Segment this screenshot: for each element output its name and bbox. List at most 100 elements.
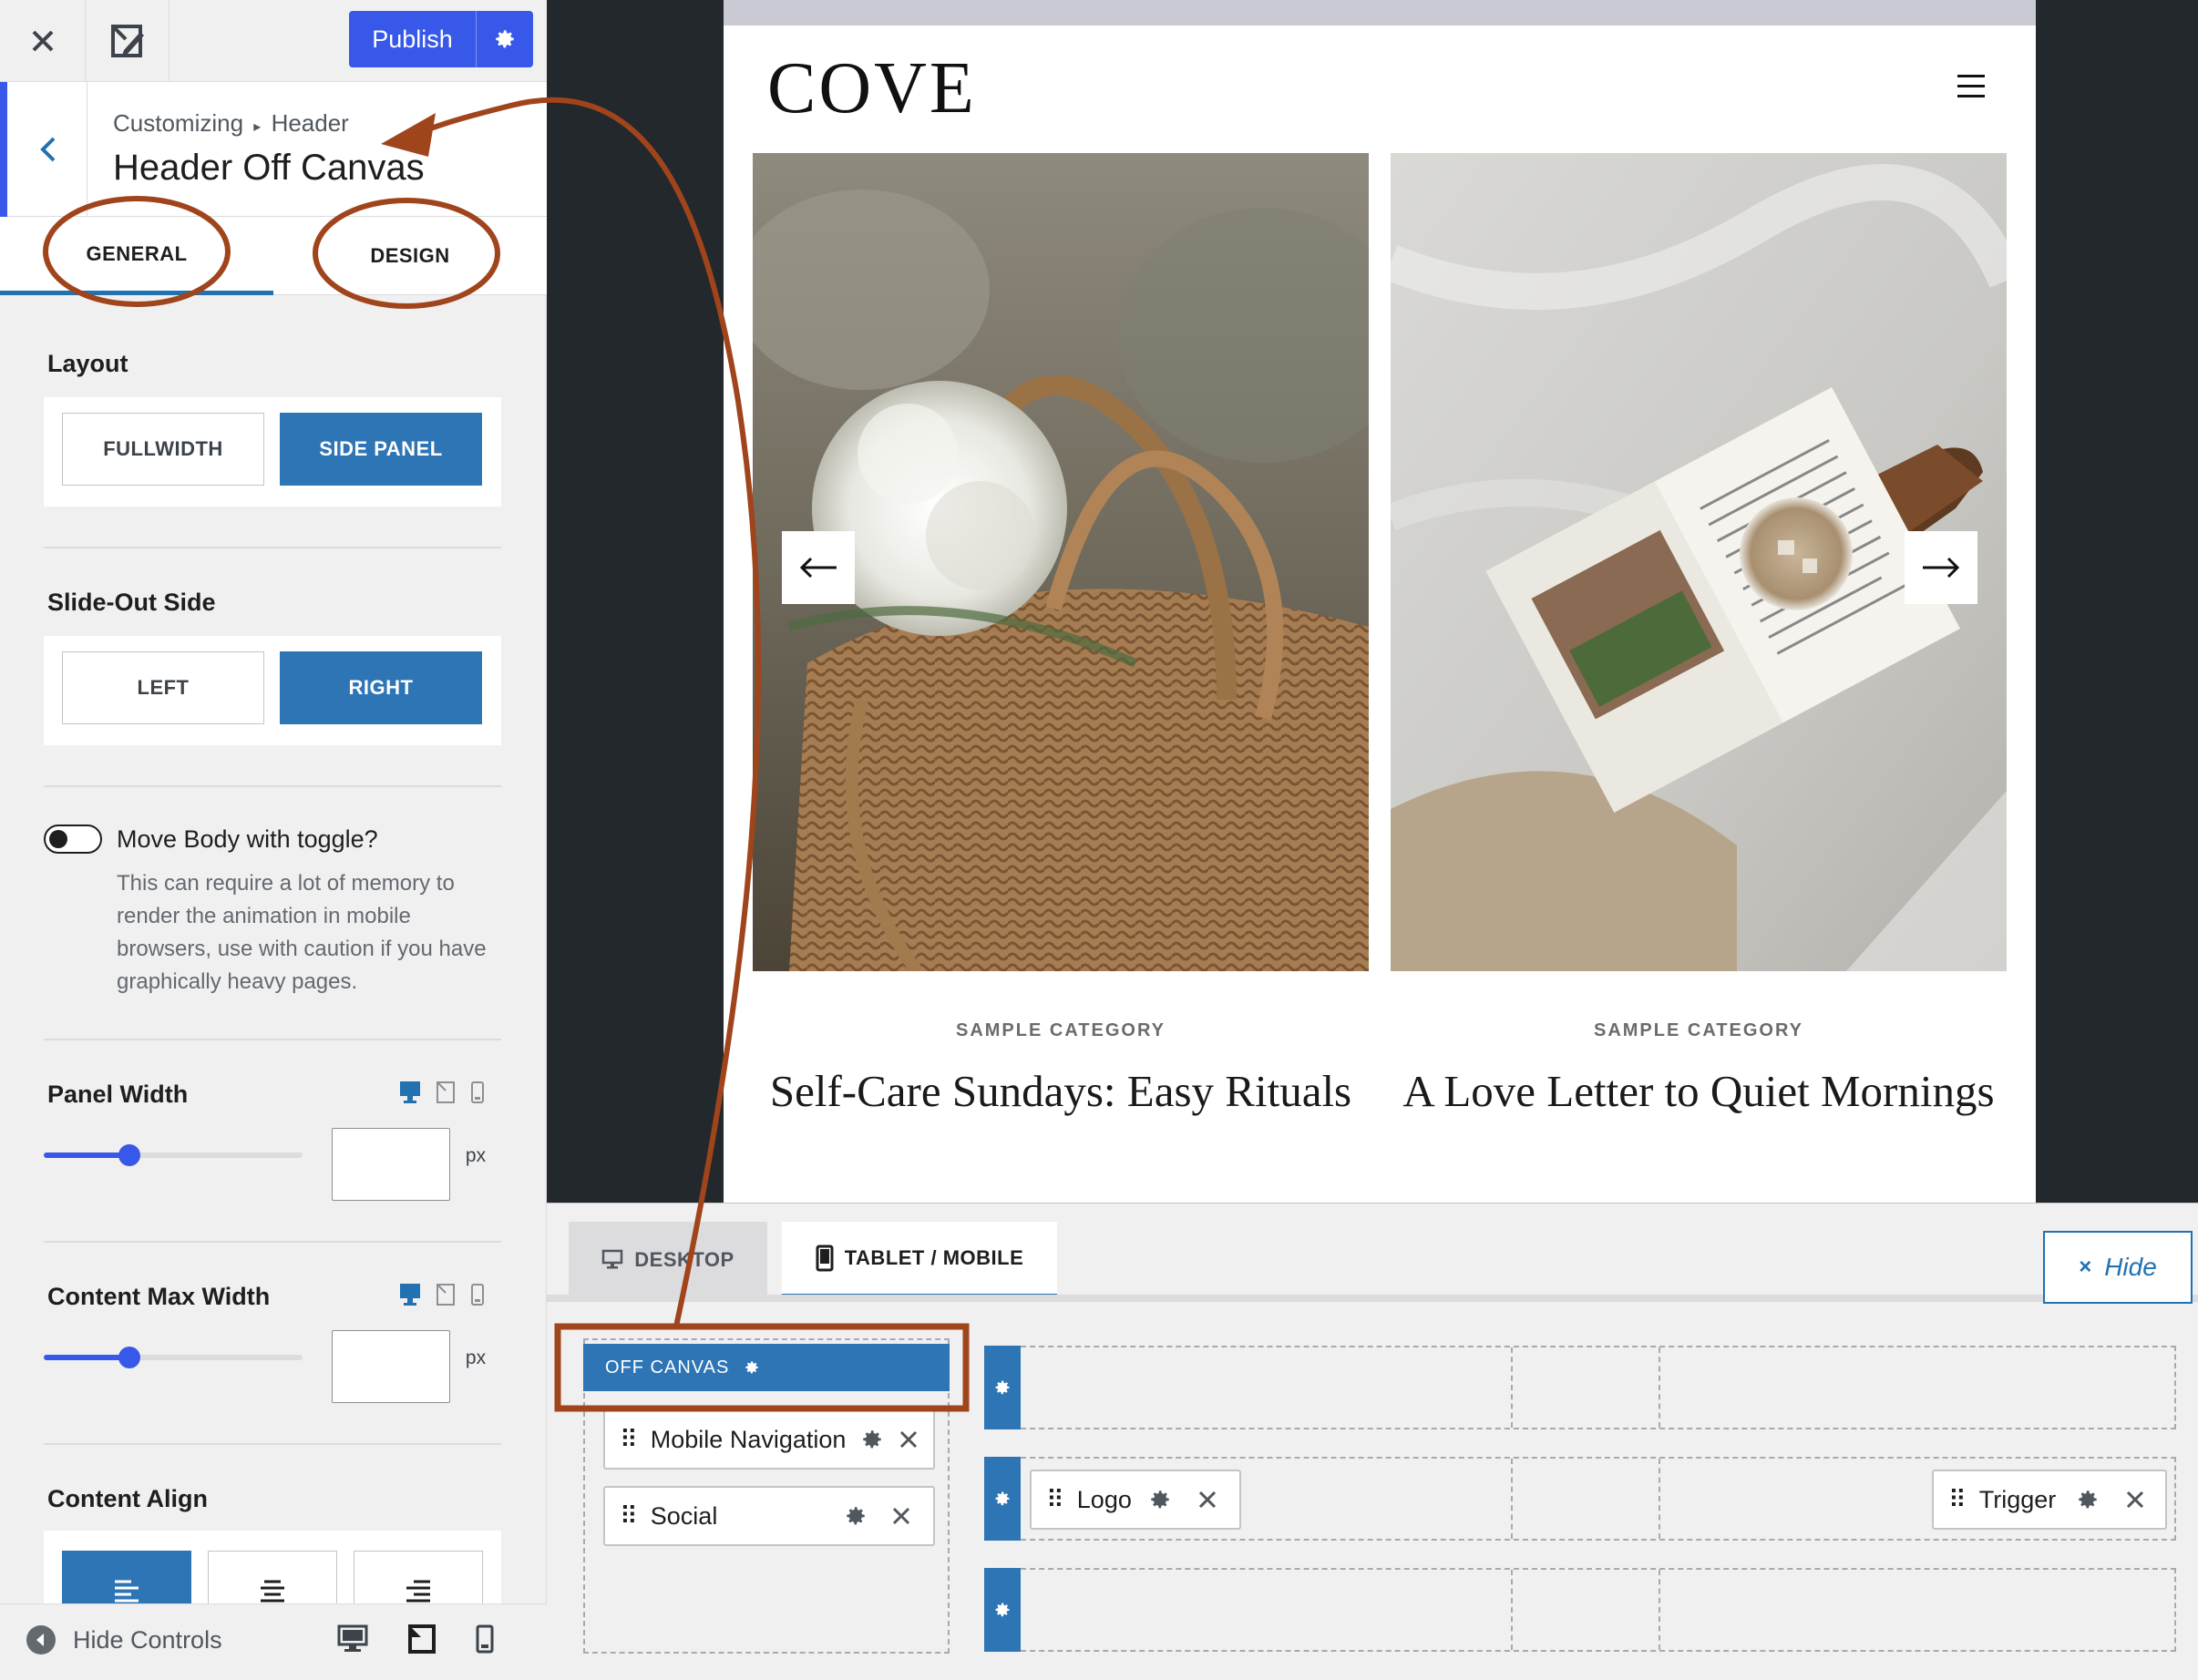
slider-prev-button[interactable] (782, 531, 855, 604)
content-max-width-slider-fill (44, 1355, 129, 1360)
post-image-basket[interactable] (753, 153, 1369, 971)
tab-desktop[interactable]: DESKTOP (569, 1222, 767, 1298)
preview-device-switch (337, 1624, 494, 1654)
content-max-width-slider-thumb[interactable] (118, 1347, 140, 1368)
drag-handle-icon[interactable]: ⠿ (1046, 1486, 1064, 1514)
desktop-icon[interactable] (399, 1081, 421, 1104)
panel-width-input[interactable] (332, 1128, 450, 1201)
builder-item-logo[interactable]: ⠿ Logo (1030, 1470, 1241, 1530)
builder-item-label: Logo (1076, 1485, 1132, 1513)
mobile-icon[interactable] (470, 1081, 485, 1104)
tab-tablet-mobile-label: TABLET / MOBILE (844, 1245, 1024, 1269)
tablet-preview-icon[interactable] (408, 1624, 436, 1654)
post-category[interactable]: SAMPLE CATEGORY (1391, 1020, 2007, 1041)
tab-general[interactable]: GENERAL (0, 217, 273, 295)
divider (44, 547, 501, 548)
slider-next-button[interactable] (1905, 531, 1977, 604)
hide-controls-button[interactable]: Hide Controls (26, 1624, 222, 1655)
align-right-button[interactable] (354, 1551, 483, 1603)
collapse-arrow-icon (26, 1625, 56, 1654)
content-max-width-input[interactable] (332, 1330, 450, 1403)
layout-side-panel-button[interactable]: SIDE PANEL (280, 413, 482, 486)
gear-icon[interactable] (860, 1411, 884, 1468)
post-title[interactable]: Self-Care Sundays: Easy Rituals (753, 1065, 1369, 1117)
header-row-top[interactable] (984, 1346, 2176, 1429)
site-preview: COVE SAMPLE CATEGORY Self-Care Sundays: … (547, 0, 2198, 1203)
panel-width-slider-thumb[interactable] (118, 1144, 140, 1166)
builder-item-social[interactable]: ⠿ Social (603, 1486, 935, 1546)
off-canvas-settings-button[interactable]: OFF CANVAS (583, 1344, 950, 1391)
tab-tablet-mobile[interactable]: TABLET / MOBILE (782, 1222, 1057, 1298)
remove-icon[interactable] (2125, 1471, 2145, 1528)
align-left-icon (115, 1580, 139, 1603)
panel-width-slider-fill (44, 1152, 129, 1158)
builder-item-trigger[interactable]: ⠿ Trigger (1932, 1470, 2167, 1530)
site-logo[interactable]: COVE (767, 47, 977, 130)
off-canvas-label: OFF CANVAS (605, 1357, 730, 1378)
desktop-icon (602, 1249, 623, 1269)
post-category[interactable]: SAMPLE CATEGORY (753, 1020, 1369, 1041)
arrow-right-icon (1923, 557, 1960, 579)
row-settings-gear-icon[interactable] (984, 1457, 1021, 1541)
tablet-icon[interactable] (436, 1081, 456, 1104)
panel-width-slider[interactable] (44, 1144, 303, 1166)
header-row-bottom[interactable] (984, 1568, 2176, 1652)
tab-design[interactable]: DESIGN (273, 217, 547, 295)
divider (44, 1039, 501, 1040)
post-title[interactable]: A Love Letter to Quiet Mornings (1391, 1065, 2007, 1117)
post-card[interactable]: SAMPLE CATEGORY A Love Letter to Quiet M… (1391, 153, 2007, 1117)
gear-icon (745, 1361, 759, 1374)
align-center-button[interactable] (208, 1551, 337, 1603)
publish-button[interactable]: Publish (349, 11, 533, 67)
content-max-width-label: Content Max Width (47, 1283, 271, 1310)
drag-handle-icon[interactable]: ⠿ (620, 1502, 638, 1531)
drag-handle-icon[interactable]: ⠿ (620, 1426, 638, 1454)
hide-controls-label: Hide Controls (73, 1625, 222, 1654)
menu-toggle-icon[interactable] (1957, 75, 1985, 105)
slide-out-right-button[interactable]: RIGHT (280, 651, 482, 724)
remove-icon[interactable] (1197, 1471, 1217, 1528)
hide-builder-button[interactable]: × Hide (2043, 1231, 2193, 1304)
layout-fullwidth-button[interactable]: FULLWIDTH (62, 413, 264, 486)
row-settings-gear-icon[interactable] (984, 1568, 1021, 1652)
gear-icon[interactable] (844, 1488, 868, 1544)
gear-icon[interactable] (1148, 1471, 1172, 1528)
move-body-toggle[interactable] (44, 825, 102, 854)
content-max-width-unit: px (450, 1330, 501, 1387)
slide-out-side-label: Slide-Out Side (47, 589, 216, 616)
content-max-width-slider[interactable] (44, 1347, 303, 1368)
tablet-icon[interactable] (436, 1283, 456, 1306)
remove-icon[interactable] (899, 1411, 919, 1468)
slide-out-left-button[interactable]: LEFT (62, 651, 264, 724)
customizer-footer: Hide Controls (0, 1603, 547, 1680)
post-image-book[interactable] (1391, 153, 2007, 971)
customizer-sidebar: Publish Customizing ▸ Header Header Off … (0, 0, 547, 1680)
mobile-icon[interactable] (470, 1283, 485, 1306)
drag-handle-icon[interactable]: ⠿ (1948, 1486, 1967, 1514)
edit-site-button[interactable] (86, 0, 169, 82)
hide-x-icon: × (2079, 1255, 2092, 1279)
responsive-device-switch (399, 1081, 485, 1104)
align-left-button[interactable] (62, 1551, 191, 1603)
builder-tab-rule (547, 1295, 2198, 1302)
desktop-preview-icon[interactable] (337, 1624, 368, 1654)
mobile-preview-icon[interactable] (476, 1624, 494, 1654)
chevron-left-icon (39, 137, 55, 162)
publish-settings-gear-icon[interactable] (477, 11, 533, 67)
row-settings-gear-icon[interactable] (984, 1346, 1021, 1429)
post-card[interactable]: SAMPLE CATEGORY Self-Care Sundays: Easy … (753, 153, 1369, 1117)
divider (44, 1241, 501, 1243)
close-customizer-button[interactable] (0, 0, 86, 82)
builder-item-mobile-navigation[interactable]: ⠿ Mobile Navigation (603, 1409, 935, 1470)
publish-label[interactable]: Publish (349, 11, 477, 67)
align-right-icon (406, 1580, 430, 1603)
remove-icon[interactable] (891, 1488, 911, 1544)
gear-icon[interactable] (2076, 1471, 2100, 1528)
hide-label: Hide (2104, 1253, 2157, 1281)
preview-frame: COVE SAMPLE CATEGORY Self-Care Sundays: … (724, 0, 2036, 1203)
toggle-knob (49, 830, 67, 848)
layout-button-group: FULLWIDTH SIDE PANEL (44, 397, 501, 507)
desktop-icon[interactable] (399, 1283, 421, 1306)
section-title: Header Off Canvas (113, 148, 425, 188)
back-button[interactable] (0, 82, 87, 217)
